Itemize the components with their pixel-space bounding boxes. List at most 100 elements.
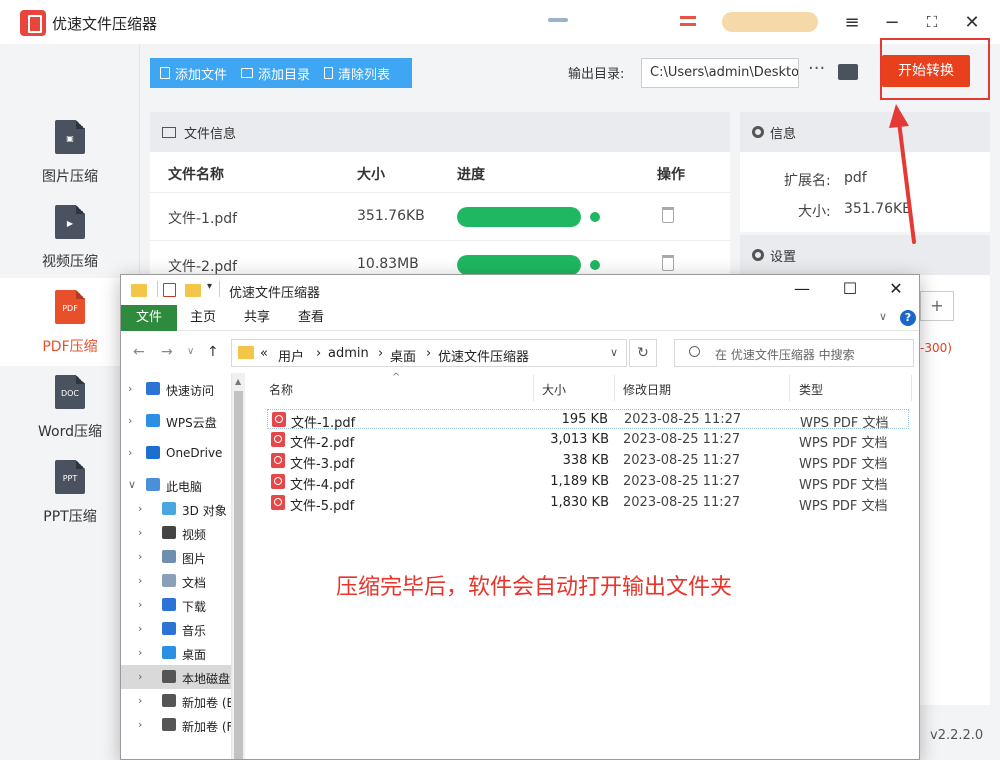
nav-item[interactable]: › 新加卷 (E:) — [121, 689, 231, 713]
chevron-icon[interactable]: › — [138, 670, 142, 683]
folder-icon — [238, 346, 254, 359]
chevron-icon[interactable]: › — [138, 718, 142, 731]
chevron-icon[interactable]: › — [138, 646, 142, 659]
chevron-icon[interactable]: › — [128, 414, 132, 427]
forward-arrow-icon[interactable]: → — [161, 344, 173, 360]
ribbon-tabs: 文件 主页 共享 查看 ∨ ? — [121, 305, 919, 331]
chevron-down-icon[interactable]: ▾ — [207, 281, 212, 292]
chevron-down-icon[interactable]: ∨ — [879, 310, 887, 323]
pdf-icon — [271, 474, 285, 489]
download-icon — [162, 598, 176, 611]
help-icon[interactable]: ? — [900, 310, 916, 326]
search-icon — [689, 346, 700, 357]
list-item[interactable]: 文件-5.pdf 1,830 KB 2023-08-25 11:27 WPS PDF … — [267, 493, 909, 514]
nav-item[interactable]: › 3D 对象 — [121, 497, 231, 521]
breadcrumb-item[interactable]: admin — [328, 346, 369, 361]
scrollbar-thumb[interactable] — [234, 391, 243, 759]
chevron-down-icon[interactable]: ∨ — [610, 346, 618, 359]
nav-item[interactable]: ∨ 此电脑 — [121, 473, 231, 497]
up-arrow-icon[interactable]: ↑ — [207, 344, 219, 360]
nav-item[interactable]: › 桌面 — [121, 641, 231, 665]
nav-item-label: 3D 对象 — [182, 504, 227, 518]
nav-item-label: 新加卷 (F:) — [182, 720, 231, 734]
pdf-icon — [271, 453, 285, 468]
file-name: 文件-5.pdf — [290, 499, 355, 514]
column-date[interactable]: 修改日期 — [623, 381, 671, 398]
tab-view[interactable]: 查看 — [289, 305, 333, 331]
explorer-window: ▾ 优速文件压缩器 — ☐ ✕ 文件 主页 共享 查看 ∨ ? ← → ∨ ↑ … — [120, 274, 920, 760]
file-size: 1,830 KB — [550, 495, 609, 510]
close-icon[interactable]: ✕ — [881, 279, 911, 298]
nav-item-label: 文档 — [182, 576, 207, 590]
chevron-icon[interactable]: › — [138, 574, 142, 587]
music-icon — [162, 622, 176, 635]
chevron-icon[interactable]: › — [138, 526, 142, 539]
properties-icon[interactable] — [163, 283, 176, 297]
file-type: WPS PDF 文档 — [799, 478, 888, 493]
file-date: 2023-08-25 11:27 — [624, 412, 742, 427]
drive-icon — [162, 718, 176, 731]
drive-icon — [162, 694, 176, 707]
nav-item[interactable]: › 快速访问 — [121, 377, 231, 401]
file-date: 2023-08-25 11:27 — [623, 453, 741, 468]
column-type[interactable]: 类型 — [799, 381, 823, 398]
address-bar[interactable]: « 用户 › admin › 桌面 › 优速文件压缩器 ∨ — [231, 339, 627, 367]
chevron-icon[interactable]: › — [138, 598, 142, 611]
nav-item-label: 新加卷 (E:) — [182, 696, 231, 710]
maximize-icon[interactable]: ☐ — [835, 279, 865, 298]
list-item[interactable]: 文件-3.pdf 338 KB 2023-08-25 11:27 WPS PDF 文档 — [267, 451, 909, 472]
nav-item-label: 下载 — [182, 600, 207, 614]
nav-item[interactable]: › 视频 — [121, 521, 231, 545]
file-date: 2023-08-25 11:27 — [623, 495, 741, 510]
tab-share[interactable]: 共享 — [235, 305, 279, 331]
drive-icon — [162, 670, 176, 683]
back-arrow-icon[interactable]: ← — [133, 344, 145, 360]
nav-item-label: 视频 — [182, 528, 207, 542]
chevron-icon[interactable]: › — [128, 446, 132, 459]
list-item[interactable]: 文件-4.pdf 1,189 KB 2023-08-25 11:27 WPS PDF … — [267, 472, 909, 493]
nav-item[interactable]: › 文档 — [121, 569, 231, 593]
nav-item-label: 桌面 — [182, 648, 207, 662]
sort-ascending-icon: ^ — [392, 372, 401, 383]
explorer-title: 优速文件压缩器 — [229, 286, 321, 301]
breadcrumb-item[interactable]: 桌面 — [390, 346, 416, 365]
list-item[interactable]: 文件-1.pdf 195 KB 2023-08-25 11:27 WPS PDF 文档 — [267, 409, 909, 431]
chevron-icon[interactable]: › — [138, 502, 142, 515]
minimize-icon[interactable]: — — [787, 279, 817, 298]
nav-item-label: 此电脑 — [166, 480, 203, 494]
desktop-icon — [162, 646, 176, 659]
recent-locations-icon[interactable]: ∨ — [187, 346, 194, 357]
nav-item[interactable]: › 图片 — [121, 545, 231, 569]
chevron-icon[interactable]: ∨ — [128, 478, 136, 491]
nav-item[interactable]: › 新加卷 (F:) — [121, 713, 231, 737]
pdf-icon — [271, 495, 285, 510]
nav-scrollbar[interactable]: ▲ — [231, 373, 245, 759]
nav-item[interactable]: › 音乐 — [121, 617, 231, 641]
nav-item[interactable]: › WPS云盘 — [121, 409, 231, 433]
chevron-icon[interactable]: › — [128, 382, 132, 395]
file-date: 2023-08-25 11:27 — [623, 474, 741, 489]
column-size[interactable]: 大小 — [542, 381, 566, 398]
nav-item-label: 本地磁盘 ( — [182, 672, 231, 686]
nav-item[interactable]: › 本地磁盘 ( — [121, 665, 231, 689]
nav-item[interactable]: › 下载 — [121, 593, 231, 617]
list-item[interactable]: 文件-2.pdf 3,013 KB 2023-08-25 11:27 WPS PDF … — [267, 430, 909, 451]
chevron-icon[interactable]: › — [138, 694, 142, 707]
nav-item-label: 快速访问 — [166, 384, 215, 398]
picture-icon — [162, 550, 176, 563]
new-folder-icon[interactable] — [185, 284, 201, 297]
chevron-icon[interactable]: › — [138, 622, 142, 635]
nav-item[interactable]: › OneDrive — [121, 441, 231, 465]
column-name[interactable]: 名称 — [269, 381, 293, 398]
breadcrumb-item[interactable]: 优速文件压缩器 — [438, 346, 529, 365]
refresh-button[interactable]: ↻ — [629, 339, 657, 367]
star-icon — [146, 382, 160, 395]
search-input[interactable]: 在 优速文件压缩器 中搜索 — [674, 339, 914, 367]
file-type: WPS PDF 文档 — [800, 416, 889, 431]
chevron-icon[interactable]: › — [138, 550, 142, 563]
file-list-header: 名称 大小 修改日期 类型 — [248, 375, 916, 403]
tab-file[interactable]: 文件 — [121, 305, 177, 331]
folder-icon — [131, 284, 147, 297]
breadcrumb-item[interactable]: 用户 — [278, 346, 304, 365]
tab-home[interactable]: 主页 — [181, 305, 225, 331]
